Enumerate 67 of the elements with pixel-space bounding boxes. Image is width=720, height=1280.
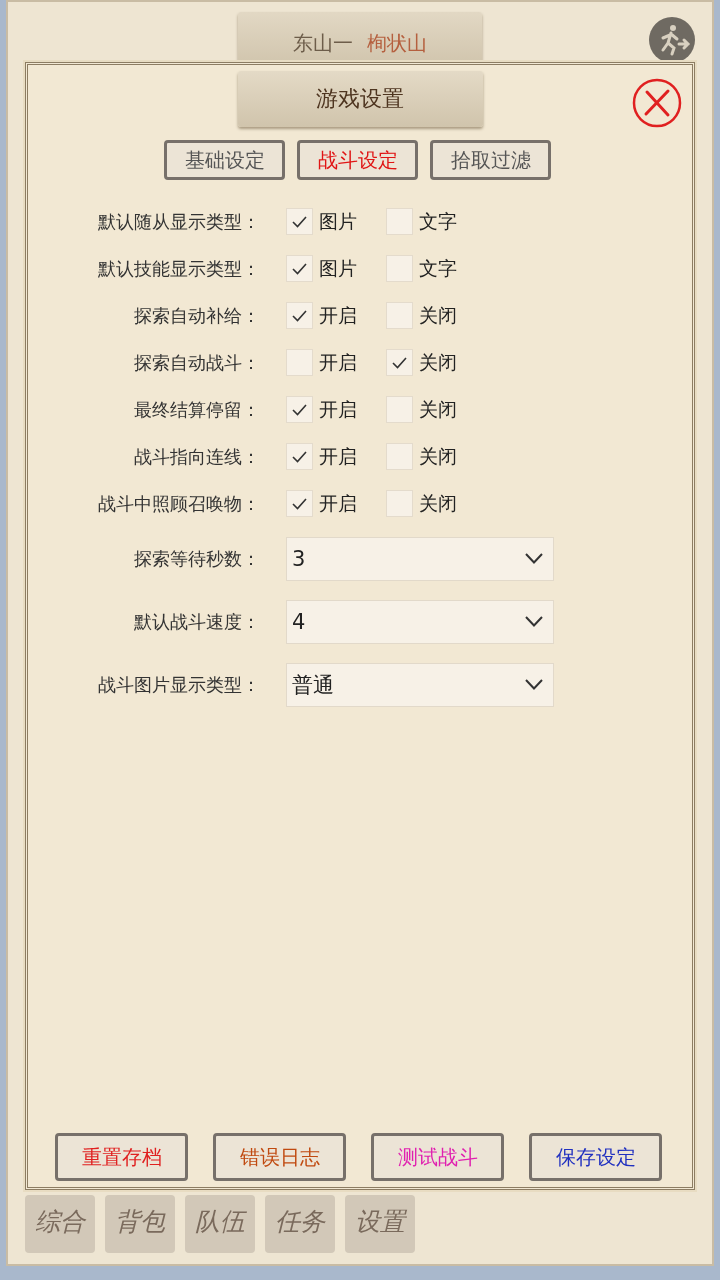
check-icon (392, 356, 407, 369)
option-label: 关闭 (419, 490, 457, 516)
setting-label: 战斗中照顾召唤物： (97, 492, 260, 516)
checkbox[interactable] (386, 443, 413, 470)
checkbox[interactable] (386, 396, 413, 423)
option-label: 开启 (319, 349, 357, 375)
checkbox[interactable] (286, 396, 313, 423)
checkbox[interactable] (386, 302, 413, 329)
option-label: 关闭 (419, 302, 457, 328)
action-button[interactable]: 错误日志 (213, 1133, 346, 1181)
setting-label: 最终结算停留： (133, 398, 260, 422)
chevron-down-icon (525, 553, 543, 564)
check-icon (292, 450, 307, 463)
option-label: 图片 (319, 255, 357, 281)
check-icon (292, 497, 307, 510)
check-icon (292, 403, 307, 416)
settings-tab[interactable]: 拾取过滤 (430, 140, 551, 180)
setting-label: 战斗图片显示类型： (97, 673, 260, 697)
dropdown[interactable]: 3 (286, 536, 554, 581)
settings-tab[interactable]: 基础设定 (164, 140, 285, 180)
checkbox[interactable] (286, 302, 313, 329)
action-button[interactable]: 重置存档 (55, 1133, 188, 1181)
checkbox[interactable] (386, 208, 413, 235)
option-label: 文字 (419, 255, 457, 281)
option-label: 开启 (319, 396, 357, 422)
option-label: 文字 (419, 208, 457, 234)
region-name: 东山一 (293, 30, 353, 57)
checkbox[interactable] (386, 255, 413, 282)
option-label: 开启 (319, 443, 357, 469)
menu-tab[interactable]: 综合 (25, 1195, 95, 1253)
settings-tab[interactable]: 战斗设定 (297, 140, 418, 180)
checkbox[interactable] (286, 255, 313, 282)
check-icon (292, 215, 307, 228)
checkbox[interactable] (286, 349, 313, 376)
checkbox[interactable] (286, 490, 313, 517)
menu-tab[interactable]: 队伍 (185, 1195, 255, 1253)
setting-label: 战斗指向连线： (133, 445, 260, 469)
option-label: 开启 (319, 302, 357, 328)
dropdown[interactable]: 普通 (286, 662, 554, 707)
option-label: 开启 (319, 490, 357, 516)
setting-label: 默认战斗速度： (133, 610, 260, 634)
setting-label: 探索等待秒数： (133, 547, 260, 571)
menu-tab[interactable]: 任务 (265, 1195, 335, 1253)
checkbox[interactable] (386, 490, 413, 517)
action-button[interactable]: 测试战斗 (371, 1133, 504, 1181)
option-label: 关闭 (419, 443, 457, 469)
setting-label: 探索自动战斗： (133, 351, 260, 375)
dropdown[interactable]: 4 (286, 599, 554, 644)
checkbox[interactable] (286, 443, 313, 470)
chevron-down-icon (525, 679, 543, 690)
menu-tab[interactable]: 设置 (345, 1195, 415, 1253)
check-icon (292, 262, 307, 275)
chevron-down-icon (525, 616, 543, 627)
option-label: 关闭 (419, 349, 457, 375)
checkbox[interactable] (386, 349, 413, 376)
setting-label: 默认随从显示类型： (97, 210, 260, 234)
action-button[interactable]: 保存设定 (529, 1133, 662, 1181)
close-icon[interactable] (631, 77, 683, 129)
place-name: 栒状山 (367, 30, 427, 57)
setting-label: 探索自动补给： (133, 304, 260, 328)
option-label: 图片 (319, 208, 357, 234)
checkbox[interactable] (286, 208, 313, 235)
setting-label: 默认技能显示类型： (97, 257, 260, 281)
menu-tab[interactable]: 背包 (105, 1195, 175, 1253)
check-icon (292, 309, 307, 322)
option-label: 关闭 (419, 396, 457, 422)
dialog-title: 游戏设置 (237, 71, 483, 127)
